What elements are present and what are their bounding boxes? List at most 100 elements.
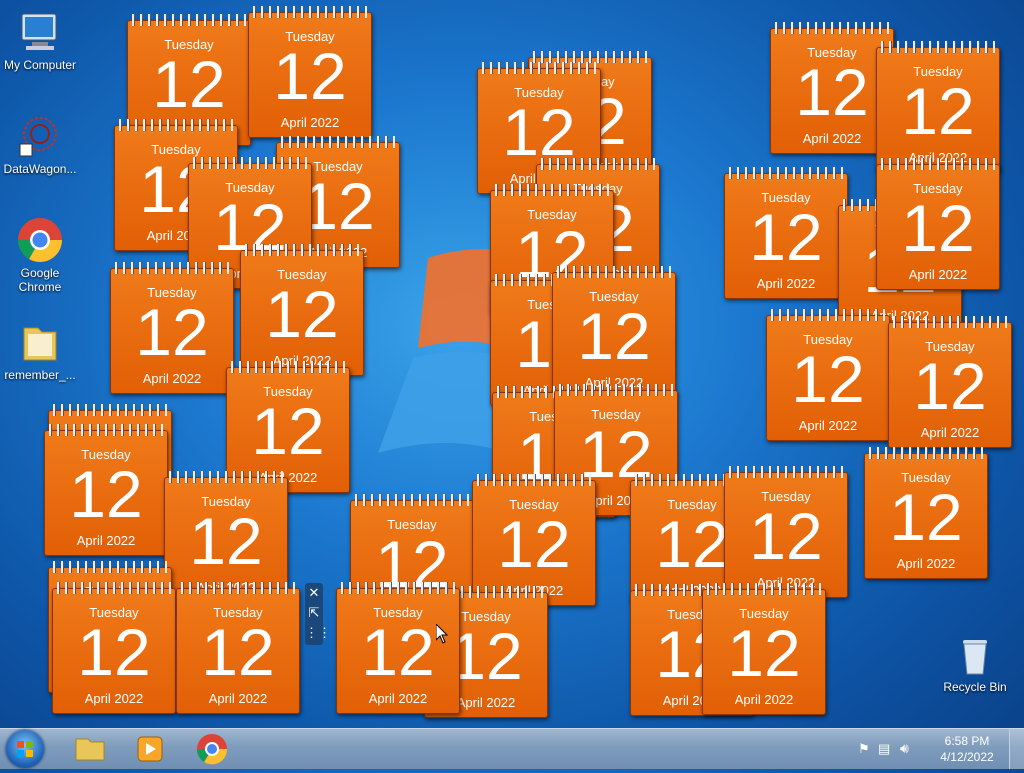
calendar-rings [181, 582, 295, 594]
volume-icon[interactable]: 🔊︎ [900, 740, 909, 757]
chrome-icon [196, 734, 228, 765]
calendar-month-year: April 2022 [142, 371, 202, 386]
calendar-rings [253, 6, 367, 18]
drag-handle-icon[interactable]: ⋮⋮ [305, 623, 331, 643]
start-button[interactable] [6, 730, 44, 768]
calendar-gadget[interactable]: Tuesday12April 2022 [876, 158, 1000, 290]
calendar-rings [231, 361, 345, 373]
calendar-day: 12 [749, 200, 823, 274]
calendar-rings [193, 157, 307, 169]
calendar-month-year: April 2022 [920, 425, 980, 440]
taskbar-explorer-button[interactable] [62, 731, 118, 767]
calendar-day: 12 [69, 457, 143, 531]
desktop-icon-label: DataWagon... [3, 162, 77, 176]
clock[interactable]: 6:58 PM 4/12/2022 [932, 733, 1002, 765]
datawagon-icon [16, 112, 64, 160]
calendar-rings [559, 384, 673, 396]
calendar-month-year: April 2022 [368, 691, 428, 706]
calendar-rings [119, 119, 233, 131]
gadget-controls: ✕ ⇱ ⋮⋮ [305, 583, 331, 645]
desktop-icon-label: Recycle Bin [943, 680, 1007, 694]
calendar-rings [775, 22, 889, 34]
calendar-month-year: April 2022 [896, 556, 956, 571]
desktop-icon-label: My Computer [3, 58, 77, 72]
folder-icon [75, 738, 105, 761]
calendar-rings [557, 266, 671, 278]
desktop-icon-remember-folder[interactable]: remember_... [0, 318, 80, 382]
action-center-flag-icon[interactable]: ⚑ [858, 741, 870, 757]
calendar-month-year: April 2022 [208, 691, 268, 706]
calendar-rings [341, 582, 455, 594]
calendar-gadget[interactable]: Tuesday12April 2022 [240, 244, 364, 376]
calendar-rings [115, 262, 229, 274]
calendar-gadget[interactable]: Tuesday12April 2022 [52, 582, 176, 714]
taskbar: ⚑ ▤ 🔊︎ 6:58 PM 4/12/2022 [0, 728, 1024, 769]
clock-time: 6:58 PM [944, 734, 990, 748]
system-tray: ⚑ ▤ 🔊︎ 6:58 PM 4/12/2022 [854, 729, 1024, 769]
calendar-gadget[interactable]: Tuesday12April 2022 [552, 266, 676, 398]
calendar-gadget[interactable]: Tuesday12April 2022 [864, 447, 988, 579]
calendar-day: 12 [497, 507, 571, 581]
calendar-rings [869, 447, 983, 459]
calendar-month-year: April 2022 [756, 276, 816, 291]
calendar-month-year: April 2022 [734, 692, 794, 707]
calendar-day: 12 [889, 480, 963, 554]
calendar-gadget[interactable]: Tuesday12April 2022 [724, 466, 848, 598]
calendar-month-year: April 2022 [908, 267, 968, 282]
calendar-day: 12 [77, 615, 151, 689]
calendar-day: 12 [152, 47, 226, 121]
calendar-day: 12 [901, 74, 975, 148]
calendar-day: 12 [749, 499, 823, 573]
calendar-gadget[interactable]: Tuesday12April 2022 [176, 582, 300, 714]
calendar-day: 12 [273, 39, 347, 113]
calendar-gadget[interactable]: Tuesday12April 2022 [766, 309, 890, 441]
calendar-day: 12 [913, 349, 987, 423]
calendar-rings [281, 136, 395, 148]
computer-icon [16, 8, 64, 56]
calendar-rings [53, 404, 167, 416]
desktop-icon-label: remember_... [4, 368, 76, 382]
calendar-rings [541, 158, 655, 170]
desktop-icon-my-computer[interactable]: My Computer [0, 8, 80, 72]
close-icon[interactable]: ✕ [305, 583, 323, 603]
clock-date: 4/12/2022 [940, 750, 994, 764]
calendar-gadget[interactable]: Tuesday12April 2022 [110, 262, 234, 394]
calendar-day: 12 [502, 95, 576, 169]
windows-logo-icon [17, 741, 33, 757]
calendar-gadget[interactable]: Tuesday12April 2022 [724, 167, 848, 299]
calendar-gadget[interactable]: Tuesday12April 2022 [336, 582, 460, 714]
calendar-rings [132, 14, 246, 26]
show-desktop-button[interactable] [1009, 729, 1024, 769]
desktop-icon-datawagon[interactable]: DataWagon... [0, 112, 80, 176]
calendar-rings [482, 62, 596, 74]
calendar-rings [495, 184, 609, 196]
resize-icon[interactable]: ⇱ [305, 603, 323, 623]
calendar-rings [707, 583, 821, 595]
calendar-rings [57, 582, 171, 594]
calendar-rings [893, 316, 1007, 328]
calendar-month-year: April 2022 [280, 115, 340, 130]
desktop-icon-recycle-bin[interactable]: Recycle Bin [935, 630, 1015, 694]
calendar-month-year: April 2022 [798, 418, 858, 433]
calendar-month-year: April 2022 [84, 691, 144, 706]
calendar-day: 12 [727, 616, 801, 690]
calendar-gadget[interactable]: Tuesday12April 2022 [876, 41, 1000, 173]
chrome-icon [16, 216, 64, 264]
calendar-month-year: April 2022 [802, 131, 862, 146]
calendar-gadget[interactable]: Tuesday12April 2022 [702, 583, 826, 715]
network-icon[interactable]: ▤ [878, 741, 890, 757]
calendar-rings [881, 158, 995, 170]
desktop-icon-google-chrome[interactable]: Google Chrome [0, 216, 80, 294]
taskbar-media-player-button[interactable] [122, 731, 178, 767]
calendar-gadget[interactable]: Tuesday12April 2022 [248, 6, 372, 138]
calendar-rings [49, 424, 163, 436]
calendar-rings [729, 466, 843, 478]
desktop-icon-label: Google Chrome [18, 266, 62, 294]
calendar-day: 12 [577, 299, 651, 373]
calendar-gadget[interactable]: Tuesday12April 2022 [888, 316, 1012, 448]
taskbar-chrome-button[interactable] [184, 731, 240, 767]
calendar-rings [355, 494, 469, 506]
calendar-gadget[interactable]: Tuesday12April 2022 [44, 424, 168, 556]
calendar-month-year: April 2022 [76, 533, 136, 548]
calendar-day: 12 [201, 615, 275, 689]
